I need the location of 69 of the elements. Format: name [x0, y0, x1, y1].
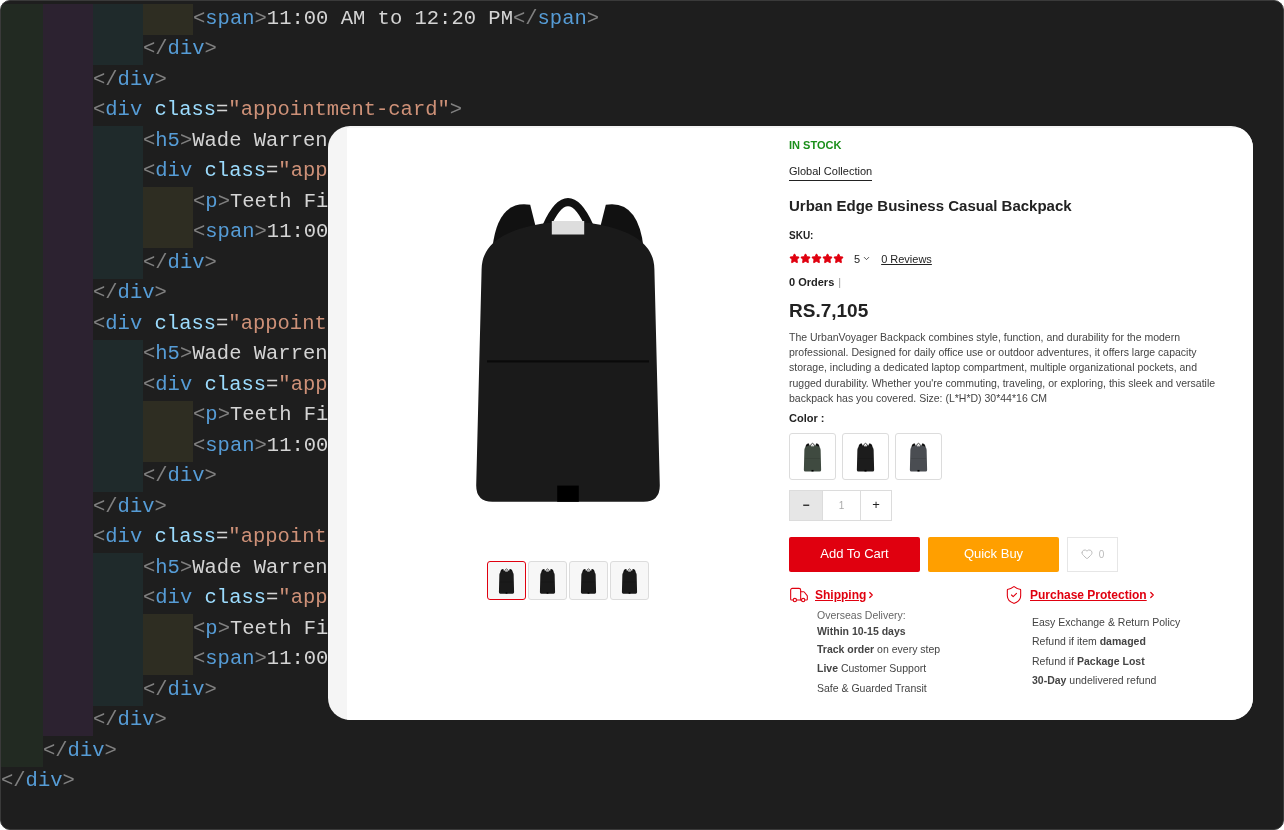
code-line: </div>	[43, 737, 117, 764]
code-line: <div class="appoint	[93, 310, 327, 337]
protection-point: 30-Day undelivered refund	[1032, 673, 1158, 688]
star-icon	[822, 253, 833, 265]
code-line: </div>	[143, 463, 217, 490]
backpack-drawing	[803, 442, 822, 471]
backpack-drawing	[909, 442, 928, 471]
heart-icon	[1080, 548, 1093, 560]
code-line: <p>Teeth Fi	[193, 615, 329, 642]
color-swatch[interactable]	[895, 432, 942, 480]
backpack-drawing	[621, 568, 638, 594]
code-line: </div>	[143, 36, 217, 63]
backpack-drawing	[856, 442, 875, 471]
code-line: </div>	[143, 249, 217, 276]
backpack-drawing	[498, 568, 515, 594]
reviews-link[interactable]: 0 Reviews	[881, 250, 932, 267]
backpack-drawing	[580, 568, 597, 594]
shipping-point: Live Customer Support	[817, 661, 928, 676]
code-line: </div>	[93, 707, 167, 734]
code-line: <div class="appoint	[93, 524, 327, 551]
code-line: </div>	[93, 280, 167, 307]
code-line: <h5>Wade Warren	[143, 554, 328, 581]
star-icon	[789, 253, 800, 265]
code-line: </div>	[93, 66, 167, 93]
color-swatch[interactable]	[842, 432, 889, 480]
delivery-time: Within 10-15 days	[817, 623, 907, 639]
thumbnail[interactable]	[487, 561, 526, 600]
protection-point: Refund if Package Lost	[1032, 653, 1146, 669]
code-line: <p>Teeth Fi	[193, 188, 329, 215]
stock-status: IN STOCK	[789, 138, 842, 153]
code-line: <div class="app	[143, 158, 328, 185]
sku-label: SKU:	[789, 228, 814, 243]
code-line: </div>	[1, 768, 75, 795]
shipping-point: Safe & Guarded Transit	[817, 680, 928, 696]
orders-count: 0 Orders	[789, 275, 835, 290]
product-title: Urban Edge Business Casual Backpack	[789, 196, 1072, 216]
star-icon	[833, 253, 844, 265]
delivery-label: Overseas Delivery:	[817, 607, 907, 622]
code-line: <div class="app	[143, 371, 328, 398]
protection-point: Easy Exchange & Return Policy	[1032, 614, 1181, 630]
separator: |	[838, 275, 842, 290]
decrease-button[interactable]: −	[789, 489, 823, 521]
color-swatch[interactable]	[789, 432, 836, 480]
code-line: </div>	[93, 493, 167, 520]
code-line: <h5>Wade Warren	[143, 341, 328, 368]
code-line: <p>Teeth Fi	[193, 402, 329, 429]
product-description: The UrbanVoyager Backpack combines style, function, and durability for the modern professional. Designed for daily office use or outdoor adventures, it offers large capacity storage, including a dedicated laptop compartment, multiple organizational pockets, and rugged durability. Whether you're commuting, traveling, or exploring, this sleek and versatile backpack has you covered. Size: (L*H*D) 30*44*16 CM	[789, 330, 1217, 406]
protection-point: Refund if item damaged	[1032, 634, 1147, 649]
code-line: <div class="app	[143, 585, 328, 612]
shield-check-icon	[1004, 584, 1024, 605]
code-line: <h5>Wade Warren	[143, 127, 328, 154]
code-line: <span>11:00	[193, 219, 329, 246]
price: RS.7,105	[789, 298, 869, 323]
color-label: Color :	[789, 411, 825, 426]
purchase-protection-link[interactable]: Purchase Protection	[1030, 585, 1157, 604]
add-to-cart-button[interactable]: Add To Cart	[789, 536, 920, 572]
code-line: <span>11:00 AM to 12:20 PM</span>	[193, 5, 600, 32]
shipping-link[interactable]: Shipping	[815, 585, 877, 604]
code-line: </div>	[143, 676, 217, 703]
increase-button[interactable]: +	[860, 489, 892, 521]
rating-dropdown[interactable]: 5	[854, 250, 872, 267]
star-icon	[800, 253, 811, 265]
code-line: <div class="appointment-card">	[93, 97, 463, 124]
code-line: <span>11:00	[193, 646, 329, 673]
star-icon	[811, 253, 822, 265]
collection-link[interactable]: Global Collection	[789, 162, 873, 181]
code-line: <span>11:00	[193, 432, 329, 459]
shipping-point: Track order on every step	[817, 641, 942, 657]
backpack-drawing	[539, 568, 556, 594]
